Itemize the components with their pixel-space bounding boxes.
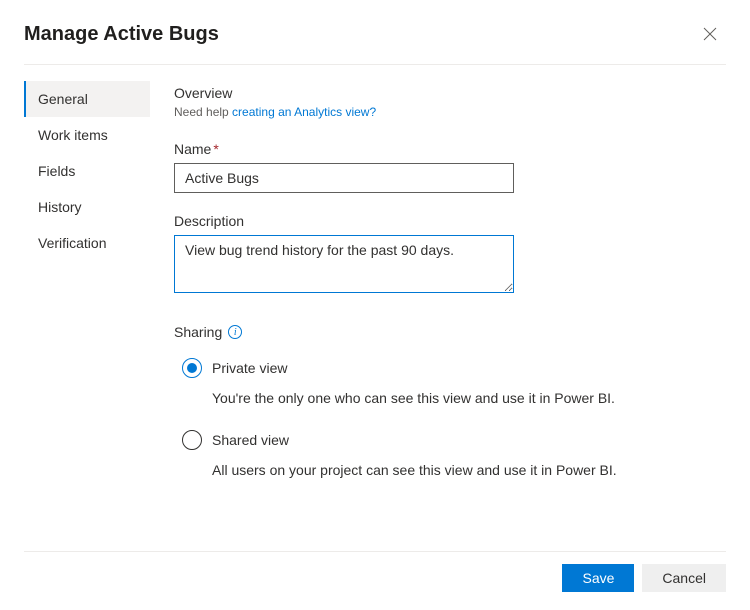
help-text: Need help creating an Analytics view?: [174, 105, 726, 119]
radio-option-shared: Shared view All users on your project ca…: [174, 430, 726, 478]
radio-description: You're the only one who can see this vie…: [212, 390, 726, 406]
save-button[interactable]: Save: [562, 564, 634, 592]
name-field-group: Name*: [174, 141, 726, 193]
radio-circle-icon: [182, 430, 202, 450]
sidebar-item-general[interactable]: General: [24, 81, 150, 117]
name-input[interactable]: [174, 163, 514, 193]
dialog-header: Manage Active Bugs: [0, 0, 750, 64]
sidebar-item-label: Fields: [38, 163, 75, 179]
sidebar-item-label: Verification: [38, 235, 106, 251]
radio-dot-icon: [187, 363, 197, 373]
overview-heading: Overview: [174, 85, 726, 101]
radio-label: Shared view: [212, 432, 289, 448]
radio-label: Private view: [212, 360, 287, 376]
sidebar-item-label: General: [38, 91, 88, 107]
name-label-text: Name: [174, 141, 211, 157]
sidebar-item-history[interactable]: History: [24, 189, 150, 225]
sidebar-item-label: History: [38, 199, 82, 215]
name-label: Name*: [174, 141, 726, 157]
description-label: Description: [174, 213, 726, 229]
radio-private[interactable]: Private view: [182, 358, 726, 378]
radio-description: All users on your project can see this v…: [212, 462, 726, 478]
description-field-group: Description: [174, 213, 726, 296]
dialog-body: General Work items Fields History Verifi…: [0, 65, 750, 502]
close-icon: [702, 26, 718, 42]
radio-option-private: Private view You're the only one who can…: [174, 358, 726, 406]
description-textarea[interactable]: [174, 235, 514, 293]
radio-circle-icon: [182, 358, 202, 378]
sidebar-item-verification[interactable]: Verification: [24, 225, 150, 261]
sidebar-item-work-items[interactable]: Work items: [24, 117, 150, 153]
main-panel: Overview Need help creating an Analytics…: [150, 77, 750, 502]
dialog-title: Manage Active Bugs: [24, 23, 219, 46]
help-link[interactable]: creating an Analytics view?: [232, 105, 376, 119]
help-prefix: Need help: [174, 105, 232, 119]
sidebar: General Work items Fields History Verifi…: [0, 77, 150, 502]
dialog-footer: Save Cancel: [24, 551, 726, 592]
sidebar-item-fields[interactable]: Fields: [24, 153, 150, 189]
close-button[interactable]: [694, 18, 726, 50]
required-indicator: *: [213, 141, 218, 157]
info-icon[interactable]: i: [228, 325, 242, 339]
radio-shared[interactable]: Shared view: [182, 430, 726, 450]
sharing-header: Sharing i: [174, 324, 726, 340]
cancel-button[interactable]: Cancel: [642, 564, 726, 592]
sharing-label: Sharing: [174, 324, 222, 340]
sidebar-item-label: Work items: [38, 127, 108, 143]
